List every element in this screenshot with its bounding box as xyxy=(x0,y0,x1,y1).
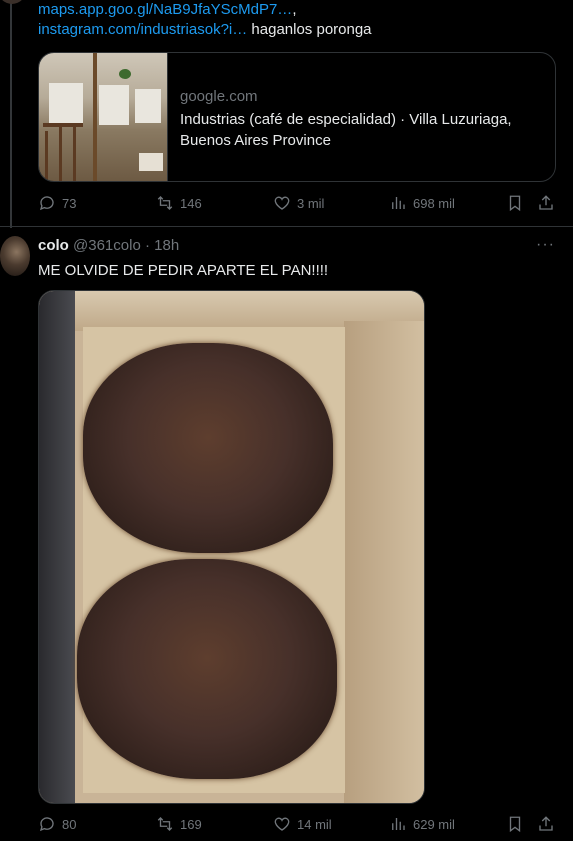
link-preview-card[interactable]: google.com Industrias (café de especiali… xyxy=(38,52,556,182)
tweet-actions-bar: 73 146 3 mil 698 mil xyxy=(38,194,558,214)
tweet-timestamp[interactable]: 18h xyxy=(154,237,179,254)
retweet-count: 146 xyxy=(180,195,202,211)
author-name[interactable]: colo xyxy=(38,237,69,254)
card-thumbnail xyxy=(39,53,168,181)
tweet-actions-bar: 80 169 14 mil 629 mil xyxy=(38,815,558,835)
share-icon xyxy=(539,195,553,210)
burger-patty xyxy=(77,559,337,779)
tweet-photo[interactable] xyxy=(38,290,425,804)
share-button[interactable] xyxy=(537,815,555,833)
maps-link[interactable]: maps.app.goo.gl/NaB9JfaYScMdP7… xyxy=(38,1,292,18)
reply-count: 73 xyxy=(62,195,77,211)
reply-button[interactable]: 73 xyxy=(38,194,76,212)
like-count: 14 mil xyxy=(297,816,332,832)
tweet-divider xyxy=(0,226,573,227)
separator-dot: · xyxy=(144,237,150,254)
bookmark-button[interactable] xyxy=(506,194,524,212)
views-button[interactable]: 698 mil xyxy=(389,194,455,212)
avatar[interactable] xyxy=(0,0,26,4)
bookmark-icon xyxy=(509,816,521,833)
retweet-count: 169 xyxy=(180,816,202,832)
card-domain: google.com xyxy=(180,88,258,105)
text-comma: , xyxy=(292,1,297,18)
share-icon xyxy=(539,816,553,831)
card-title: Industrias (café de especialidad) · Vill… xyxy=(180,111,512,149)
views-count: 698 mil xyxy=(413,195,455,211)
comment-icon xyxy=(39,817,54,832)
retweet-icon xyxy=(157,196,173,210)
more-dots-icon: ··· xyxy=(536,236,555,253)
heart-icon xyxy=(274,196,290,210)
tweet-text: ME OLVIDE DE PEDIR APARTE EL PAN!!!! xyxy=(38,262,329,279)
bookmark-button[interactable] xyxy=(506,815,524,833)
box-flap xyxy=(344,321,424,803)
tweet-author-row: colo @361colo · 18h xyxy=(38,236,179,256)
instagram-link[interactable]: instagram.com/industriasok?i… xyxy=(38,21,247,38)
views-button[interactable]: 629 mil xyxy=(389,815,455,833)
box-side xyxy=(39,291,75,803)
views-chart-icon xyxy=(392,197,405,209)
tweet-text-line: maps.app.goo.gl/NaB9JfaYScMdP7…, xyxy=(38,0,296,20)
like-button[interactable]: 3 mil xyxy=(273,194,324,212)
views-count: 629 mil xyxy=(413,816,455,832)
thread-connector-line xyxy=(10,0,12,228)
retweet-button[interactable]: 169 xyxy=(156,815,202,833)
burger-patty xyxy=(83,343,333,553)
avatar[interactable] xyxy=(0,236,30,276)
retweet-button[interactable]: 146 xyxy=(156,194,202,212)
heart-icon xyxy=(274,817,290,831)
tweet-text-line: instagram.com/industriasok?i… haganlos p… xyxy=(38,20,372,40)
retweet-icon xyxy=(157,817,173,831)
comment-icon xyxy=(39,196,54,211)
author-handle[interactable]: @361colo xyxy=(73,237,141,254)
like-button[interactable]: 14 mil xyxy=(273,815,332,833)
share-button[interactable] xyxy=(537,194,555,212)
more-options-button[interactable]: ··· xyxy=(536,236,555,254)
tweet-text: haganlos poronga xyxy=(247,21,372,38)
bookmark-icon xyxy=(509,195,521,212)
reply-button[interactable]: 80 xyxy=(38,815,76,833)
like-count: 3 mil xyxy=(297,195,325,211)
reply-count: 80 xyxy=(62,816,77,832)
views-chart-icon xyxy=(392,818,405,830)
